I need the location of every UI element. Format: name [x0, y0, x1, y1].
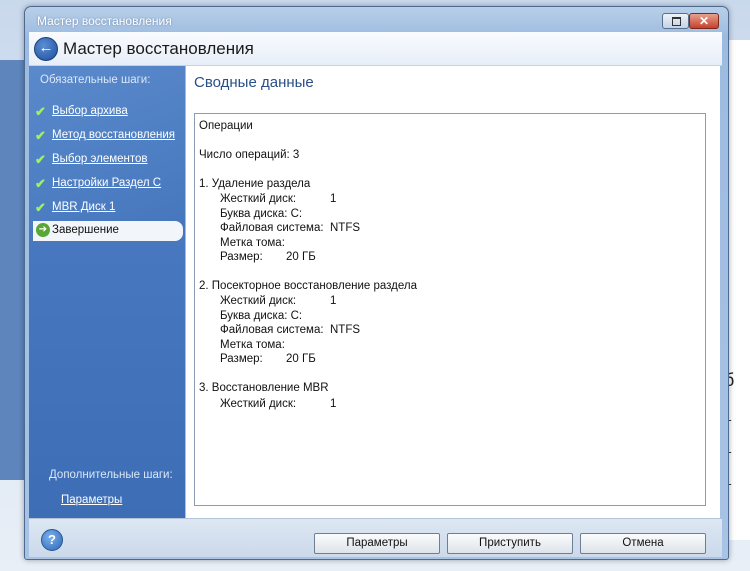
drive-letter: Буква диска: C:	[220, 208, 303, 220]
fs-label: Файловая система:	[220, 324, 324, 336]
disk-label: Жесткий диск:	[220, 398, 297, 410]
size-label: Размер:	[220, 251, 263, 263]
size-label: Размер:	[220, 353, 263, 365]
background-sidebar-strip	[0, 60, 24, 480]
operations-count: Число операций: 3	[199, 149, 300, 161]
step-recovery-method[interactable]: ✔ Метод восстановления	[29, 126, 185, 146]
summary-heading: Операции	[199, 120, 253, 132]
operation-title: 1. Удаление раздела	[199, 178, 311, 190]
restore-button[interactable]	[662, 13, 689, 29]
step-label: MBR Диск 1	[52, 201, 116, 213]
disk-value: 1	[330, 398, 337, 410]
step-archive[interactable]: ✔ Выбор архива	[29, 102, 185, 122]
step-label: Метод восстановления	[52, 129, 176, 141]
disk-value: 1	[330, 193, 337, 205]
step-partition-settings[interactable]: ✔ Настройки Раздел С	[29, 174, 185, 194]
operation-title: 3. Восстановление MBR	[199, 382, 329, 394]
size-value: 20 ГБ	[286, 251, 316, 263]
title-bar[interactable]: Мастер восстановления ✕	[25, 7, 728, 31]
step-label: Выбор архива	[52, 105, 128, 117]
close-button[interactable]: ✕	[689, 13, 719, 29]
step-label: Настройки Раздел С	[52, 177, 162, 189]
fs-value: NTFS	[330, 222, 361, 234]
fs-label: Файловая система:	[220, 222, 324, 234]
back-button[interactable]	[34, 37, 58, 61]
step-items[interactable]: ✔ Выбор элементов	[29, 150, 185, 170]
summary-panel[interactable]: Операции Число операций: 3 1. Удаление р…	[194, 113, 706, 506]
checkmark-icon: ✔	[35, 104, 46, 119]
volume-label: Метка тома:	[220, 237, 285, 249]
disk-label: Жесткий диск:	[220, 193, 297, 205]
disk-label: Жесткий диск:	[220, 295, 297, 307]
recovery-wizard-window: Мастер восстановления ✕ Мастер восстанов…	[24, 6, 729, 560]
help-icon: ?	[48, 532, 56, 547]
size-value: 20 ГБ	[286, 353, 316, 365]
options-link[interactable]: Параметры	[61, 494, 122, 506]
wizard-title: Мастер восстановления	[63, 39, 254, 58]
main-content: Сводные данные Операции Число операций: …	[186, 66, 720, 518]
checkmark-icon: ✔	[35, 152, 46, 167]
window-title: Мастер восстановления	[37, 14, 172, 28]
arrow-right-icon: ➔	[36, 223, 50, 237]
step-label: Завершение	[52, 224, 119, 236]
step-label: Выбор элементов	[52, 153, 148, 165]
wizard-header: Мастер восстановления	[29, 32, 722, 66]
volume-label: Метка тома:	[220, 339, 285, 351]
section-title: Сводные данные	[194, 74, 314, 91]
wizard-footer: ? Параметры Приступить Отмена	[29, 518, 722, 557]
help-button[interactable]: ?	[41, 529, 63, 551]
close-icon: ✕	[698, 14, 710, 28]
steps-sidebar: Обязательные шаги: ✔ Выбор архива ✔ Мето…	[29, 66, 185, 518]
step-finish[interactable]: ➔ Завершение	[33, 221, 183, 241]
options-button[interactable]: Параметры	[314, 533, 440, 554]
operation-title: 2. Посекторное восстановление раздела	[199, 280, 418, 292]
drive-letter: Буква диска: C:	[220, 310, 303, 322]
proceed-button[interactable]: Приступить	[447, 533, 573, 554]
checkmark-icon: ✔	[35, 200, 46, 215]
optional-steps-heading: Дополнительные шаги:	[49, 469, 173, 481]
disk-value: 1	[330, 295, 337, 307]
step-mbr[interactable]: ✔ MBR Диск 1	[29, 198, 185, 218]
cancel-button[interactable]: Отмена	[580, 533, 706, 554]
required-steps-heading: Обязательные шаги:	[40, 74, 151, 86]
checkmark-icon: ✔	[35, 128, 46, 143]
fs-value: NTFS	[330, 324, 361, 336]
checkmark-icon: ✔	[35, 176, 46, 191]
